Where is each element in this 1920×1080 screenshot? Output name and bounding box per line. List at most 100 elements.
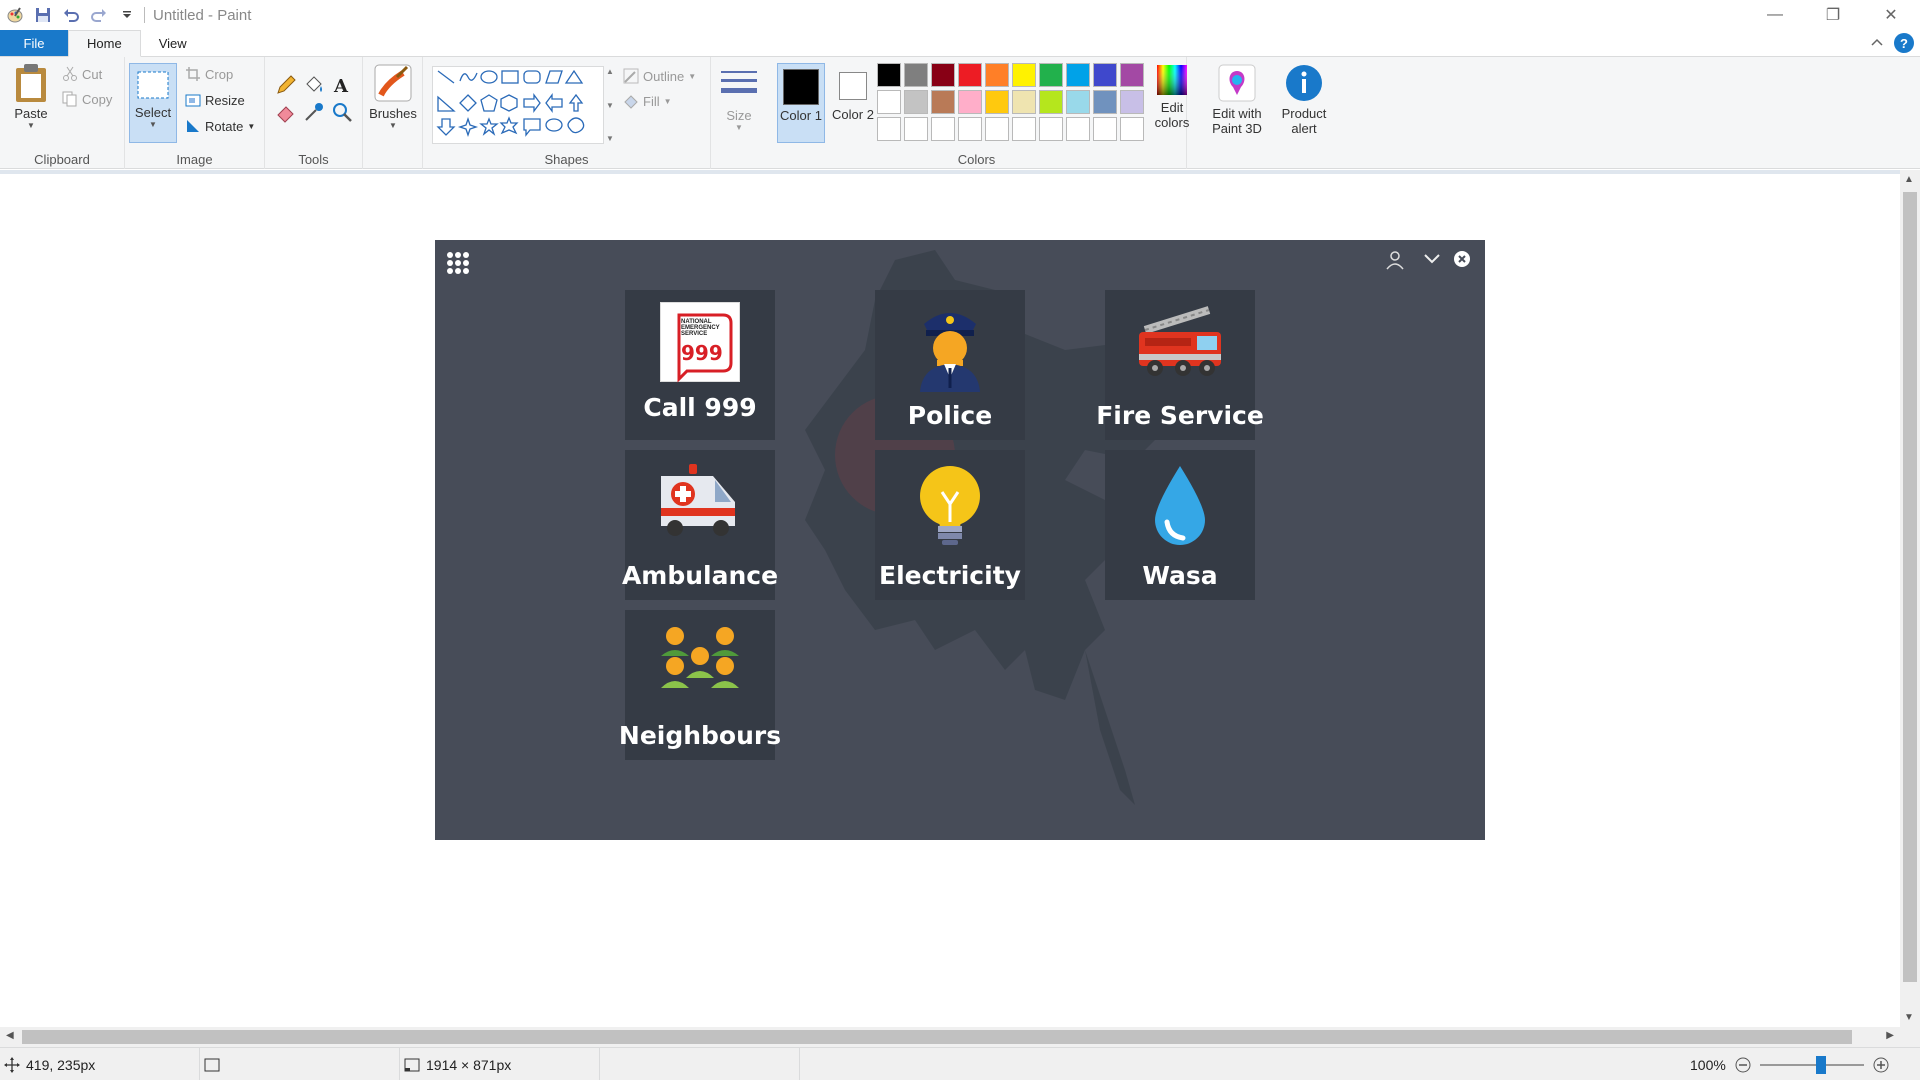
color-picker-icon[interactable] <box>303 101 325 123</box>
palette-swatch[interactable] <box>931 117 955 141</box>
horizontal-scroll-thumb[interactable] <box>22 1030 1852 1044</box>
tile-electricity[interactable]: Electricity <box>875 450 1025 600</box>
palette-swatch[interactable] <box>1120 90 1144 114</box>
edit-with-paint3d-button[interactable]: Edit with Paint 3D <box>1211 63 1263 136</box>
zoom-slider-thumb[interactable] <box>1816 1055 1827 1074</box>
collapse-ribbon-icon[interactable] <box>1870 36 1884 50</box>
palette-swatch[interactable] <box>958 90 982 114</box>
save-icon[interactable] <box>32 4 54 26</box>
palette-swatch[interactable] <box>904 63 928 87</box>
customize-toolbar-icon[interactable] <box>116 4 138 26</box>
text-tool-icon[interactable]: A <box>331 74 353 96</box>
palette-swatch[interactable] <box>877 90 901 114</box>
rotate-icon <box>187 120 199 132</box>
size-button[interactable]: Size ▼ <box>715 65 763 132</box>
zoom-in-icon[interactable] <box>1872 1056 1890 1074</box>
fill-button[interactable]: Fill ▼ <box>623 93 672 109</box>
shapes-scroll[interactable]: ▲ ▼ ▼ <box>606 67 616 143</box>
paint-app-icon[interactable] <box>4 4 26 26</box>
resize-button[interactable]: Resize <box>185 92 245 108</box>
eraser-icon[interactable] <box>275 101 297 123</box>
crop-button[interactable]: Crop <box>185 66 233 82</box>
palette-swatch[interactable] <box>958 117 982 141</box>
palette-swatch[interactable] <box>1039 117 1063 141</box>
palette-swatch[interactable] <box>931 63 955 87</box>
brushes-button[interactable]: Brushes ▼ <box>368 63 418 130</box>
palette-swatch[interactable] <box>1120 63 1144 87</box>
tile-ambulance[interactable]: Ambulance <box>622 450 778 600</box>
scroll-left-icon[interactable]: ◀ <box>6 1030 14 1041</box>
tile-call-999[interactable]: NATIONAL EMERGENCY SERVICE 999 Call 999 <box>625 290 775 440</box>
palette-swatch[interactable] <box>1012 90 1036 114</box>
palette-swatch[interactable] <box>904 90 928 114</box>
paste-button[interactable]: Paste ▼ <box>8 63 54 130</box>
palette-swatch[interactable] <box>931 90 955 114</box>
zoom-out-icon[interactable] <box>1734 1056 1752 1074</box>
scroll-right-icon[interactable]: ▶ <box>1886 1030 1894 1041</box>
shapes-scroll-down-icon[interactable]: ▼ <box>606 101 616 110</box>
tile-wasa[interactable]: Wasa <box>1105 450 1255 600</box>
shapes-expand-icon[interactable]: ▼ <box>606 134 616 143</box>
pasted-image[interactable]: NATIONAL EMERGENCY SERVICE 999 Call 999 … <box>435 240 1485 840</box>
tile-neighbours[interactable]: Neighbours <box>619 610 781 760</box>
user-icon[interactable] <box>1385 250 1405 270</box>
redo-icon[interactable] <box>88 4 110 26</box>
tab-view[interactable]: View <box>141 30 205 56</box>
tile-police[interactable]: Police <box>875 290 1025 440</box>
chevron-down-icon[interactable] <box>1423 252 1441 266</box>
app-grid-icon[interactable] <box>445 250 471 276</box>
copy-button[interactable]: Copy <box>62 91 112 107</box>
pencil-icon[interactable] <box>275 74 297 96</box>
horizontal-scrollbar[interactable]: ◀ ▶ <box>0 1027 1920 1047</box>
undo-icon[interactable] <box>60 4 82 26</box>
palette-swatch[interactable] <box>904 117 928 141</box>
scroll-up-icon[interactable]: ▲ <box>1904 174 1914 185</box>
tab-home[interactable]: Home <box>68 30 141 57</box>
palette-swatch[interactable] <box>985 117 1009 141</box>
palette-swatch[interactable] <box>1066 90 1090 114</box>
magnifier-icon[interactable] <box>331 101 353 123</box>
palette-swatch[interactable] <box>1066 117 1090 141</box>
outline-button[interactable]: Outline ▼ <box>623 68 696 84</box>
palette-swatch[interactable] <box>1093 90 1117 114</box>
shapes-gallery[interactable] <box>432 66 604 144</box>
palette-swatch[interactable] <box>877 117 901 141</box>
tab-file[interactable]: File <box>0 30 68 56</box>
color2-button[interactable]: Color 2 <box>829 63 877 143</box>
fill-bucket-icon[interactable] <box>303 74 325 96</box>
palette-swatch[interactable] <box>1039 90 1063 114</box>
color1-button[interactable]: Color 1 <box>777 63 825 143</box>
close-circle-icon[interactable] <box>1453 250 1471 268</box>
paint3d-label: Edit with Paint 3D <box>1212 106 1262 136</box>
palette-swatch[interactable] <box>1093 117 1117 141</box>
cut-button[interactable]: Cut <box>62 66 102 82</box>
shapes-scroll-up-icon[interactable]: ▲ <box>606 67 616 76</box>
crop-icon <box>186 67 200 81</box>
palette-swatch[interactable] <box>1039 63 1063 87</box>
palette-swatch[interactable] <box>1012 117 1036 141</box>
palette-swatch[interactable] <box>958 63 982 87</box>
vertical-scrollbar[interactable]: ▲ ▼ <box>1900 170 1920 1027</box>
close-button[interactable]: ✕ <box>1862 0 1920 30</box>
palette-swatch[interactable] <box>1120 117 1144 141</box>
minimize-button[interactable]: — <box>1746 0 1804 30</box>
scissors-icon <box>63 66 77 81</box>
palette-swatch[interactable] <box>1066 63 1090 87</box>
canvas-area[interactable]: NATIONAL EMERGENCY SERVICE 999 Call 999 … <box>0 170 1900 1027</box>
zoom-slider[interactable] <box>1759 1055 1864 1074</box>
palette-swatch[interactable] <box>1093 63 1117 87</box>
restore-button[interactable]: ❐ <box>1804 0 1862 30</box>
palette-swatch[interactable] <box>985 63 1009 87</box>
help-icon[interactable]: ? <box>1894 33 1914 53</box>
vertical-scroll-thumb[interactable] <box>1903 192 1917 982</box>
tile-fire-service[interactable]: Fire Service <box>1096 290 1264 440</box>
info-icon <box>1286 65 1322 101</box>
product-alert-button[interactable]: Product alert <box>1271 63 1337 136</box>
palette-swatch[interactable] <box>985 90 1009 114</box>
palette-swatch[interactable] <box>877 63 901 87</box>
water-drop-icon <box>1105 462 1255 552</box>
palette-swatch[interactable] <box>1012 63 1036 87</box>
rotate-button[interactable]: Rotate ▼ <box>185 118 255 134</box>
scroll-down-icon[interactable]: ▼ <box>1904 1012 1914 1023</box>
select-button[interactable]: Select ▼ <box>129 63 177 143</box>
